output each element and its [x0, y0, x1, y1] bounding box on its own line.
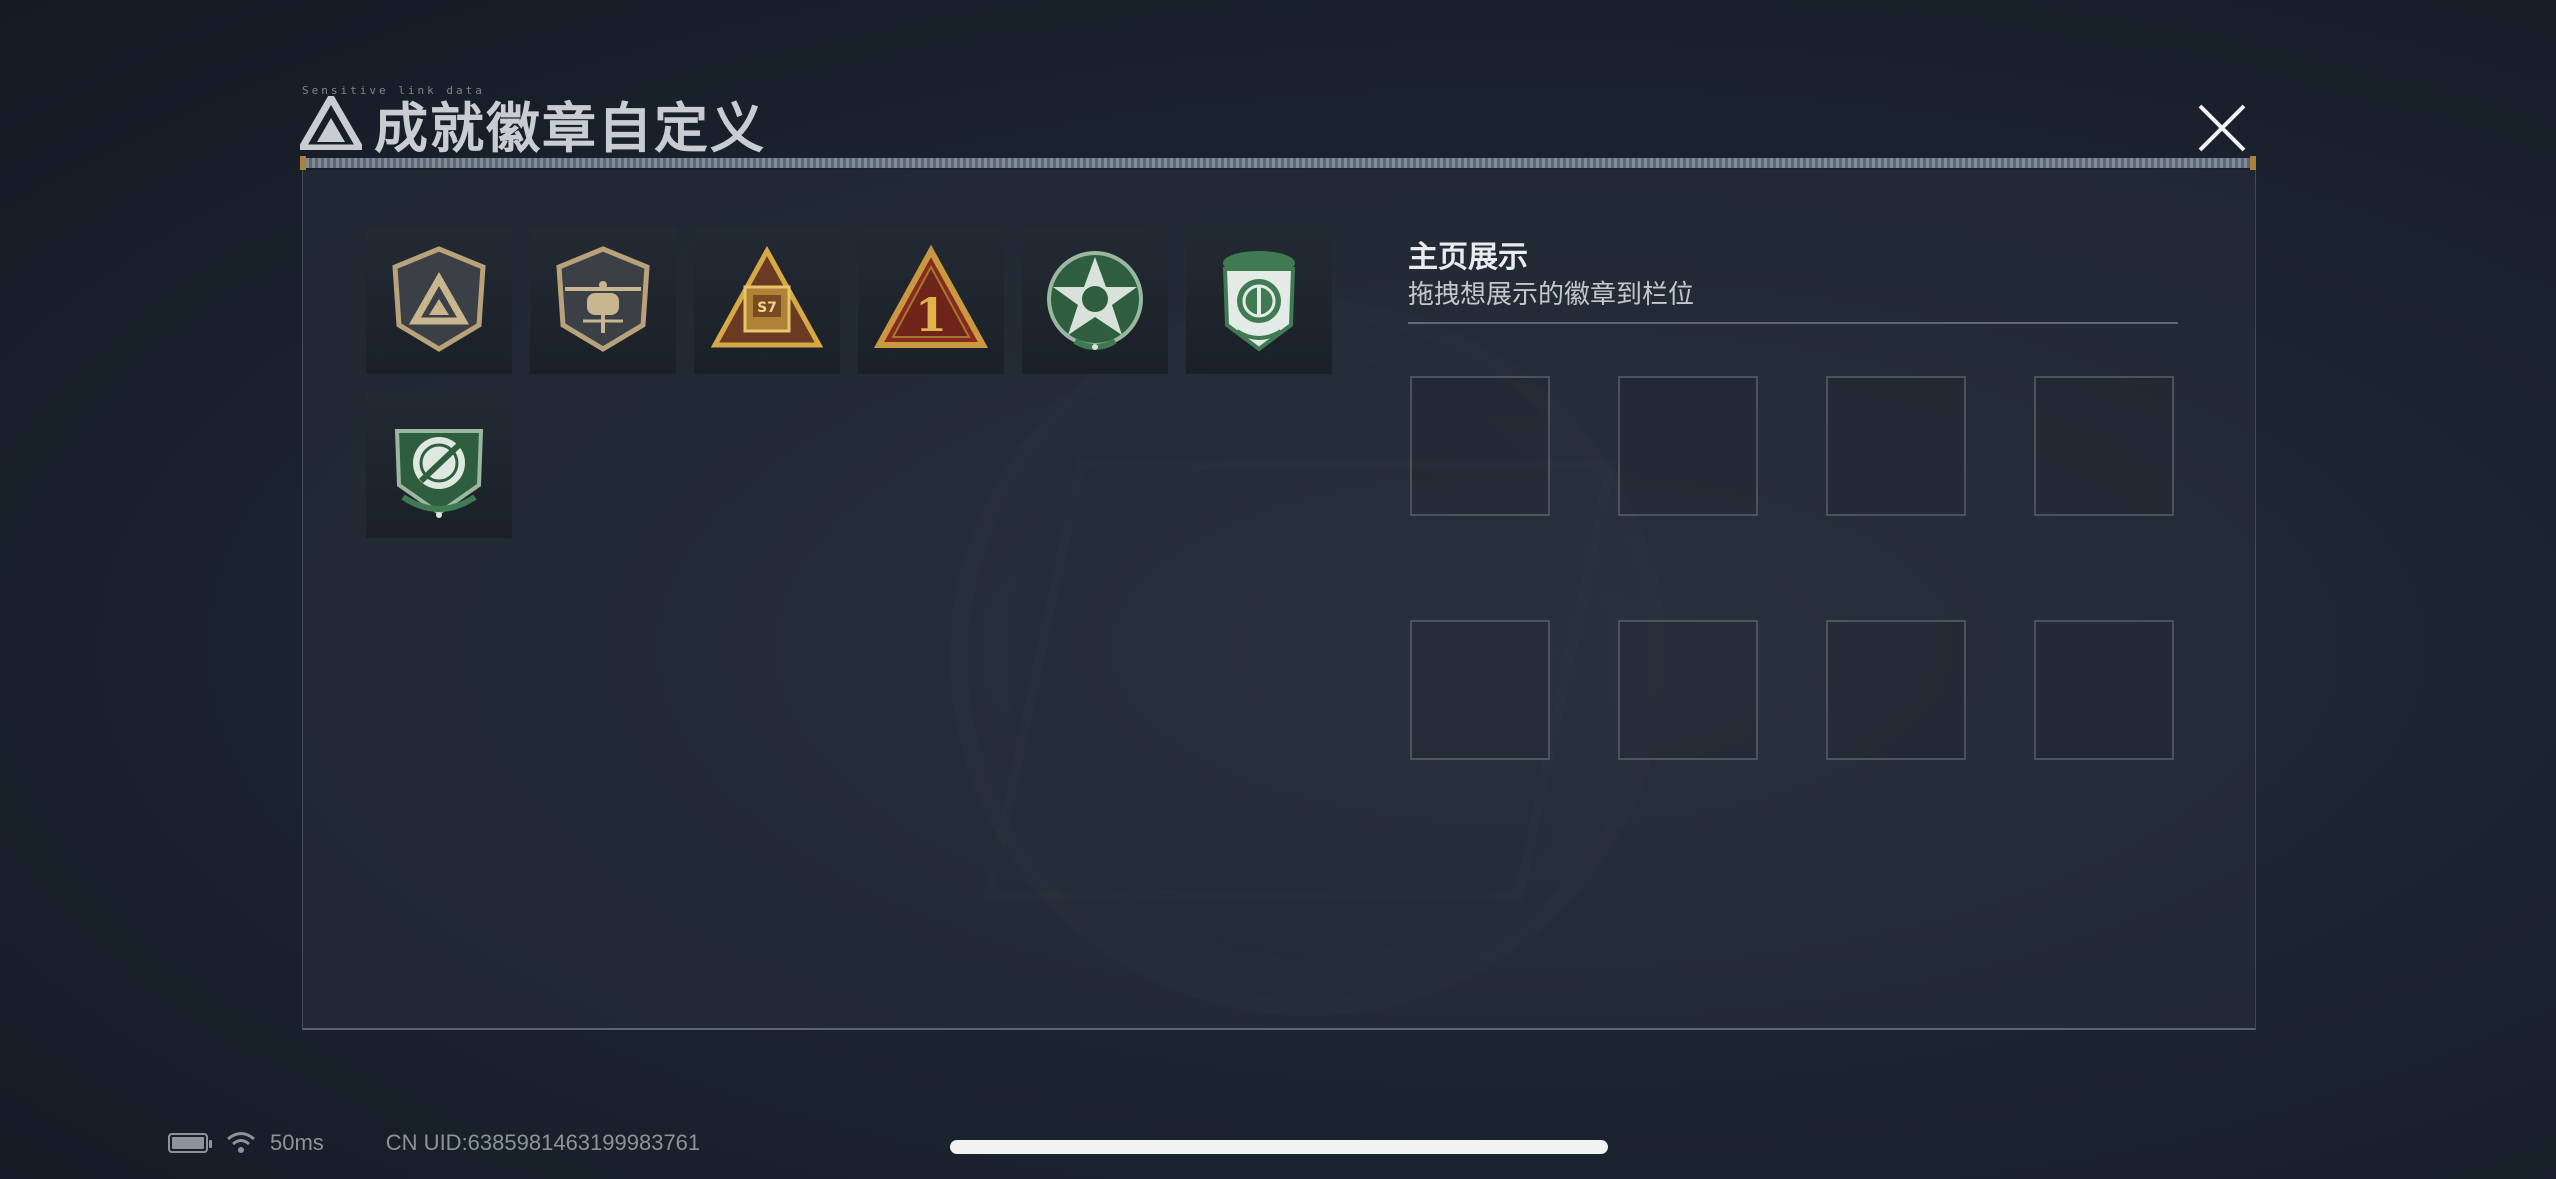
- latency-readout: 50ms: [270, 1130, 324, 1155]
- s7-crate-icon: S7: [710, 245, 824, 348]
- badge-green-shield-emblem[interactable]: [1186, 228, 1332, 374]
- triangle-logo-icon: [300, 96, 362, 150]
- close-button[interactable]: [2190, 96, 2254, 160]
- homepage-display-title: 主页展示: [1408, 240, 1528, 275]
- triangle-shield-icon: [392, 246, 486, 352]
- badge-slot[interactable]: [1618, 620, 1758, 760]
- display-divider: [1408, 322, 2178, 324]
- close-icon: [2198, 104, 2246, 152]
- header-divider: [300, 156, 2256, 170]
- badge-rank-1[interactable]: 1: [858, 228, 1004, 374]
- badge-slot[interactable]: [1826, 620, 1966, 760]
- svg-text:1: 1: [915, 288, 947, 342]
- green-shield-emblem-icon: [1222, 251, 1296, 352]
- badge-slot[interactable]: [1410, 376, 1550, 516]
- user-uid: CN UID:6385981463199983761: [385, 1130, 701, 1155]
- dialog-header: 成就徽章自定义: [300, 88, 766, 160]
- rank-1-triangle-icon: 1: [873, 244, 989, 348]
- badge-crosshair-rocket[interactable]: [366, 392, 512, 538]
- badge-skull-star[interactable]: [1022, 228, 1168, 374]
- badge-slot[interactable]: [1826, 376, 1966, 516]
- helicopter-icon: [556, 246, 650, 352]
- badge-slot[interactable]: [1618, 376, 1758, 516]
- svg-text:S7: S7: [757, 300, 777, 316]
- badge-triangle-shield[interactable]: [366, 228, 512, 374]
- home-indicator[interactable]: [950, 1140, 1608, 1154]
- battery-icon: [168, 1133, 212, 1153]
- page-title: 成就徽章自定义: [374, 96, 766, 160]
- status-bar: 50ms CN UID:6385981463199983761: [168, 1130, 700, 1156]
- badge-slot[interactable]: [1410, 620, 1550, 760]
- wifi-icon: [227, 1132, 255, 1153]
- badge-slot[interactable]: [2034, 620, 2174, 760]
- badge-helicopter[interactable]: [530, 228, 676, 374]
- badge-slot[interactable]: [2034, 376, 2174, 516]
- homepage-display-hint: 拖拽想展示的徽章到栏位: [1408, 280, 1695, 310]
- skull-star-icon: [1047, 251, 1143, 350]
- crosshair-rocket-icon: [394, 429, 484, 518]
- badge-s7-crate[interactable]: S7: [694, 228, 840, 374]
